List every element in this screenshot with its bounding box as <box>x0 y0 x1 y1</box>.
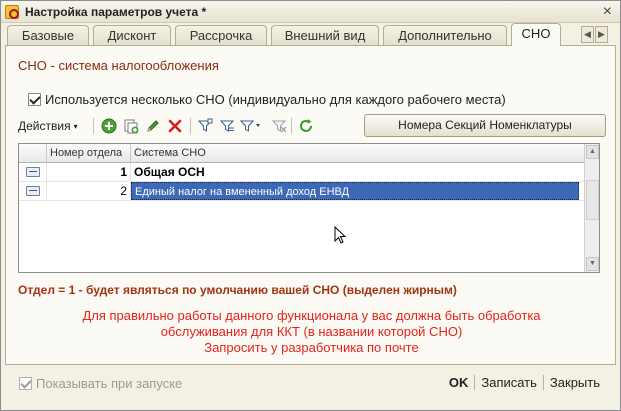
table-toolbar: Действия ▾ Номера Секций Номенклатуры <box>18 114 608 138</box>
close-form-button[interactable]: Закрыть <box>550 375 600 390</box>
tab-sno[interactable]: СНО <box>511 23 561 46</box>
add-icon[interactable] <box>100 117 118 135</box>
warning-line: Запросить у разработчика по почте <box>204 340 419 355</box>
warning-message: Для правильно работы данного функционала… <box>6 308 617 356</box>
table-row[interactable]: 1 Общая ОСН <box>19 163 585 182</box>
record-icon <box>26 167 40 177</box>
edit-icon[interactable] <box>144 117 162 135</box>
actions-label: Действия <box>18 119 71 133</box>
actions-menu-button[interactable]: Действия ▾ <box>18 116 78 136</box>
app-icon <box>5 5 19 19</box>
header-department-number[interactable]: Номер отдела <box>47 144 131 163</box>
record-icon <box>26 186 40 196</box>
department-number[interactable]: 1 <box>47 163 131 181</box>
toolbar-divider <box>190 118 191 134</box>
header-sno-system[interactable]: Система СНО <box>131 144 585 163</box>
ok-button[interactable]: OK <box>449 375 469 390</box>
scroll-up-icon[interactable]: ▲ <box>586 145 599 159</box>
filter-list-icon[interactable] <box>218 117 236 135</box>
multi-sno-checkbox[interactable]: Используется несколько СНО (индивидуальн… <box>28 92 506 107</box>
toolbar-divider <box>93 118 94 134</box>
multi-sno-label: Используется несколько СНО (индивидуальн… <box>45 92 506 107</box>
row-icon-cell <box>19 163 47 181</box>
window-title: Настройка параметров учета * <box>25 5 207 19</box>
sno-system[interactable]: Общая ОСН <box>131 163 585 181</box>
footer-buttons: OK Записать Закрыть <box>449 375 600 390</box>
tab-basic[interactable]: Базовые <box>7 25 89 46</box>
warning-line: обслуживания для ККТ (в названии которой… <box>160 324 463 339</box>
sno-table: Номер отдела Система СНО 1 Общая ОСН 2 Е… <box>18 143 600 273</box>
default-department-note: Отдел = 1 - будет являться по умолчанию … <box>18 283 457 297</box>
button-divider <box>474 375 476 390</box>
filter-icon[interactable] <box>196 117 214 135</box>
table-row[interactable]: 2 Единый налог на вмененный доход ЕНВД <box>19 182 585 201</box>
header-icon-column <box>19 144 47 163</box>
sno-panel: СНО - система налогообложения Использует… <box>5 45 616 365</box>
tab-appearance[interactable]: Внешний вид <box>271 25 379 46</box>
copy-icon[interactable] <box>122 117 140 135</box>
tab-additional[interactable]: Дополнительно <box>383 25 507 46</box>
save-button[interactable]: Записать <box>481 375 537 390</box>
clear-filter-icon[interactable] <box>270 117 288 135</box>
section-title: СНО - система налогообложения <box>18 58 219 73</box>
row-icon-cell <box>19 182 47 200</box>
warning-line: Для правильно работы данного функционала… <box>82 308 541 323</box>
section-numbers-button[interactable]: Номера Секций Номенклатуры <box>364 114 606 137</box>
mouse-cursor-icon <box>334 225 347 247</box>
tab-scroll-right-icon[interactable]: ▶ <box>595 26 608 43</box>
settings-window: Настройка параметров учета * × Базовые Д… <box>0 0 621 411</box>
table-header: Номер отдела Система СНО <box>19 144 585 163</box>
tab-discount[interactable]: Дисконт <box>93 25 171 46</box>
toolbar-divider <box>291 118 292 134</box>
tab-scroll-left-icon[interactable]: ◀ <box>581 26 594 43</box>
chevron-down-icon: ▾ <box>73 122 78 131</box>
close-button[interactable]: × <box>603 3 612 21</box>
button-divider <box>542 375 544 390</box>
refresh-icon[interactable] <box>297 117 315 135</box>
scroll-thumb[interactable] <box>586 180 599 220</box>
scroll-down-icon[interactable]: ▼ <box>586 257 599 271</box>
checkbox-box[interactable] <box>28 93 41 106</box>
title-bar: Настройка параметров учета * × <box>1 1 620 23</box>
show-on-start-label: Показывать при запуске <box>36 376 183 391</box>
department-number[interactable]: 2 <box>47 182 131 200</box>
table-scrollbar[interactable]: ▲ ▼ <box>584 144 599 272</box>
tab-strip: Базовые Дисконт Рассрочка Внешний вид До… <box>5 23 616 46</box>
filter-dropdown-icon[interactable] <box>238 117 264 135</box>
sno-system[interactable]: Единый налог на вмененный доход ЕНВД <box>131 182 579 200</box>
tab-installment[interactable]: Рассрочка <box>175 25 267 46</box>
checkbox-box[interactable] <box>19 377 32 390</box>
delete-icon[interactable] <box>166 117 184 135</box>
show-on-start-checkbox[interactable]: Показывать при запуске <box>19 376 182 391</box>
